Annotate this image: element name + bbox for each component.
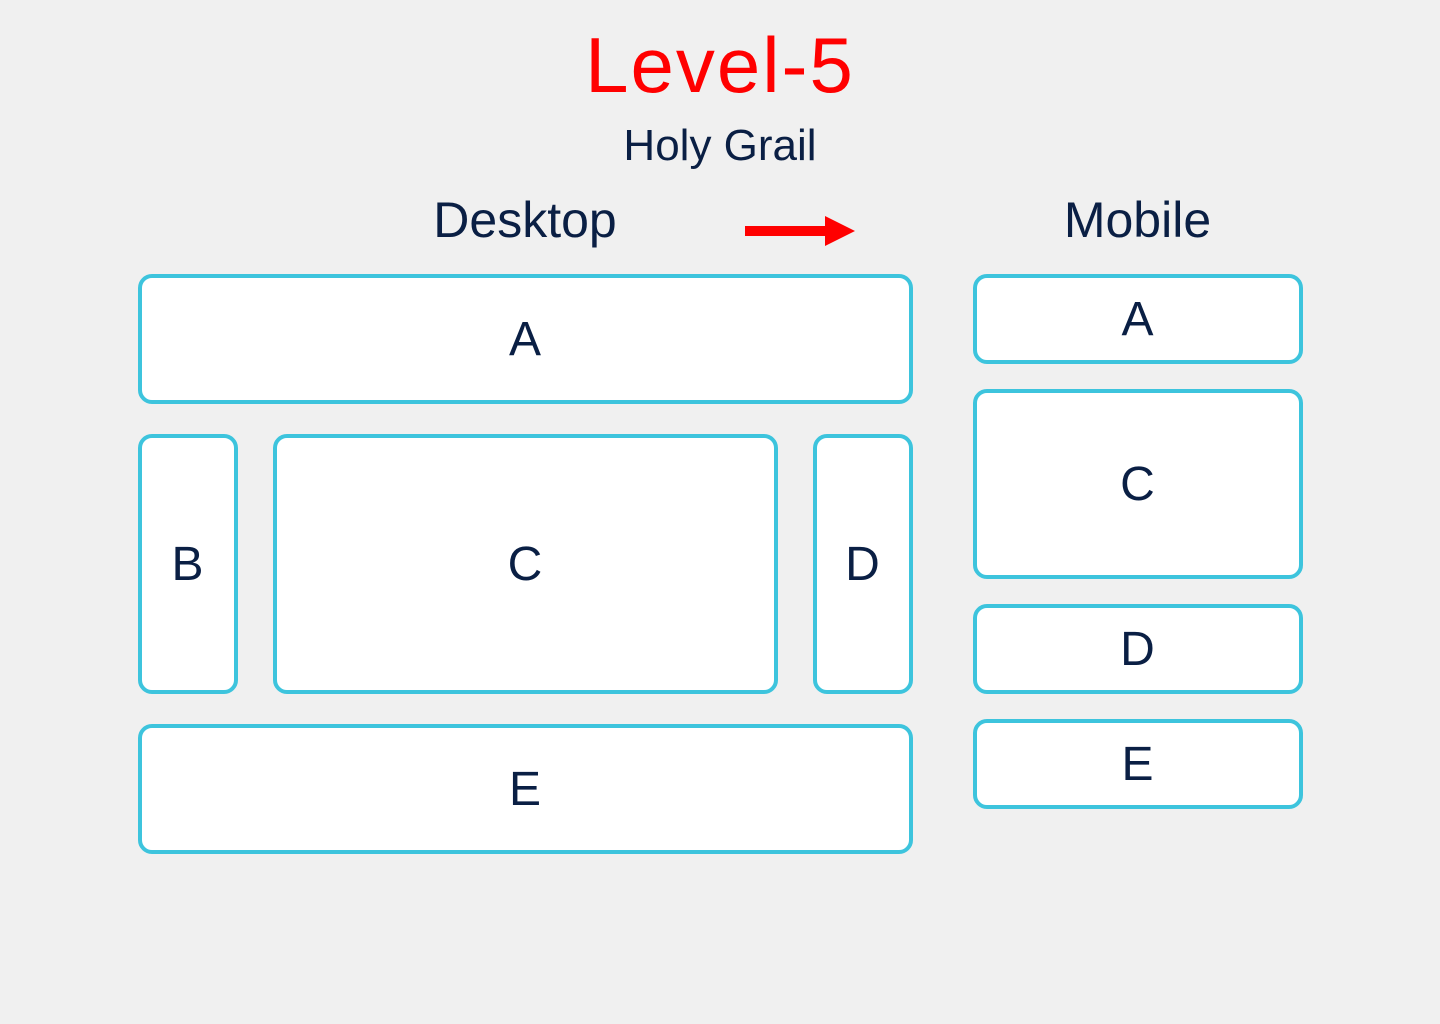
desktop-box-d: D: [813, 434, 913, 694]
mobile-label: Mobile: [1064, 191, 1211, 249]
diagram-title: Level-5: [585, 20, 855, 111]
desktop-box-b: B: [138, 434, 238, 694]
desktop-middle-row: B C D: [138, 434, 913, 694]
desktop-grid: A B C D E: [138, 274, 913, 854]
desktop-box-a: A: [138, 274, 913, 404]
mobile-box-e: E: [973, 719, 1303, 809]
diagram-content: Desktop A B C D E Mobile A C D E: [40, 191, 1400, 854]
mobile-box-c: C: [973, 389, 1303, 579]
mobile-box-d: D: [973, 604, 1303, 694]
arrow-icon: [740, 211, 860, 256]
desktop-box-c: C: [273, 434, 778, 694]
mobile-box-a: A: [973, 274, 1303, 364]
mobile-layout-section: Mobile A C D E: [973, 191, 1303, 809]
desktop-layout-section: Desktop A B C D E: [138, 191, 913, 854]
desktop-box-e: E: [138, 724, 913, 854]
mobile-grid: A C D E: [973, 274, 1303, 809]
diagram-subtitle: Holy Grail: [623, 121, 816, 171]
desktop-label: Desktop: [433, 191, 616, 249]
